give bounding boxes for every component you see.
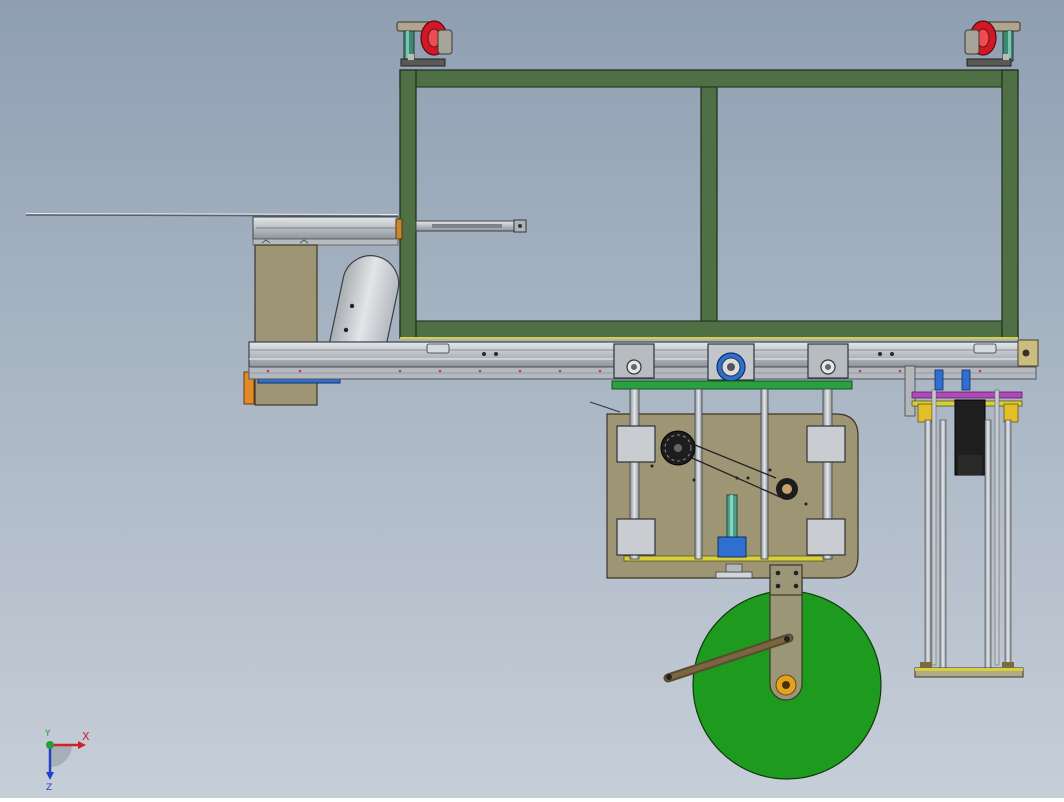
y-axis-dot-icon bbox=[46, 741, 54, 749]
rail-carriage bbox=[613, 343, 849, 382]
triad-plane bbox=[50, 745, 72, 767]
push-cylinder bbox=[415, 219, 527, 233]
drive-wheel bbox=[663, 564, 882, 780]
assembly-drawing bbox=[25, 20, 1039, 780]
y-axis-label: Y bbox=[44, 729, 51, 739]
main-frame bbox=[399, 69, 1019, 339]
left-bracket bbox=[243, 244, 341, 406]
right-lift-module bbox=[904, 365, 1024, 678]
z-axis-label: Z bbox=[46, 783, 52, 793]
z-arrow-icon bbox=[46, 772, 54, 780]
cad-viewport[interactable]: X Y Z bbox=[0, 0, 1064, 798]
slide-arm bbox=[25, 213, 403, 246]
caster-right bbox=[964, 20, 1021, 67]
mount-strip bbox=[611, 380, 853, 390]
x-axis-label: X bbox=[82, 730, 90, 743]
caster-left bbox=[396, 20, 453, 67]
orientation-triad: X Y Z bbox=[44, 729, 90, 793]
